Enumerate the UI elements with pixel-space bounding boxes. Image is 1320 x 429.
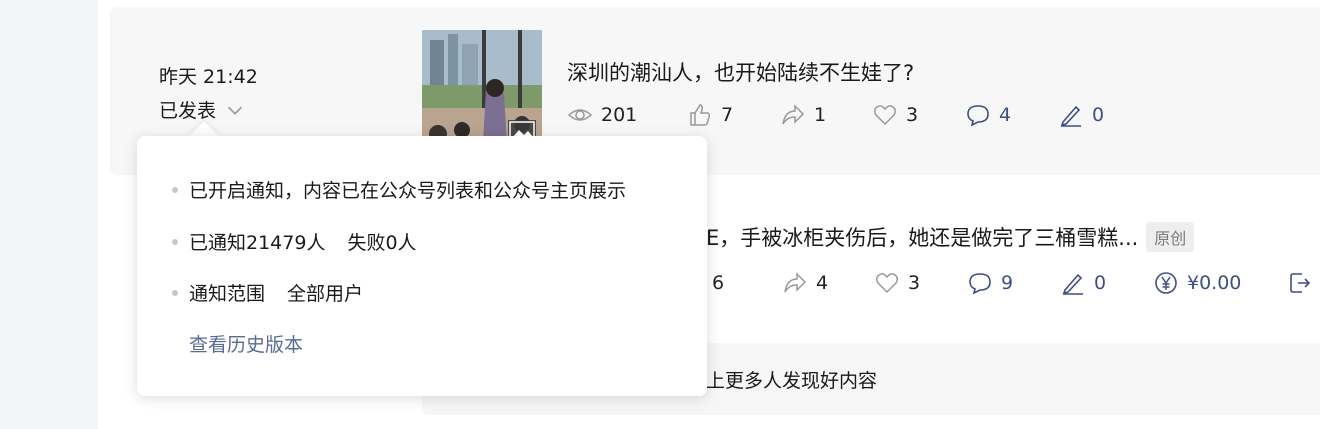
shares-stat-2: 4 (782, 270, 874, 296)
comment-icon (969, 273, 991, 295)
favorites-stat-2: 3 (874, 270, 967, 296)
bullet-dot (172, 238, 178, 245)
thumbs-up-icon (690, 104, 711, 126)
comments-count: 4 (999, 104, 1012, 126)
likes-count-2: 6 (712, 272, 725, 294)
article-2-title[interactable]: E，手被冰柜夹伤后，她还是做完了三桶雪糕... (706, 222, 1138, 252)
publish-time: 昨天 21:42 (159, 66, 258, 88)
notify-text: 已开启通知，内容已在公众号列表和公众号主页展示 (189, 180, 627, 202)
bullet-dot (172, 289, 178, 296)
favorites-count-2: 3 (908, 272, 921, 294)
favorites-count: 3 (906, 104, 919, 126)
share-icon (782, 104, 805, 125)
pen-icon (1060, 105, 1081, 127)
reward-amount: ¥0.00 (1187, 272, 1242, 294)
popover-line-scope: 通知范围 全部用户 (172, 279, 363, 306)
article-2-title-row: E，手被冰柜夹伤后，她还是做完了三桶雪糕... 原创 (706, 222, 1195, 252)
views-stat: 201 (567, 102, 687, 128)
notes-count-2: 0 (1094, 272, 1107, 294)
publish-status-label: 已发表 (159, 100, 217, 122)
view-history-link[interactable]: 查看历史版本 (189, 330, 303, 357)
export-stat[interactable] (1286, 270, 1312, 296)
yen-icon (1155, 272, 1177, 294)
favorites-stat: 3 (872, 102, 965, 128)
shares-count: 1 (814, 104, 827, 126)
bullet-dot (172, 186, 178, 193)
shares-count-2: 4 (816, 272, 829, 294)
likes-stat: 7 (687, 102, 780, 128)
shares-stat: 1 (780, 102, 872, 128)
publish-status-dropdown[interactable]: 已发表 (159, 96, 246, 123)
promo-text[interactable]: 上更多人发现好内容 (706, 366, 877, 393)
comments-stat[interactable]: 4 (965, 102, 1058, 128)
article-2-stats: 6 4 3 9 0 ¥0.00 (692, 270, 1312, 296)
chevron-down-icon (228, 106, 243, 115)
comments-stat-2[interactable]: 9 (967, 270, 1060, 296)
eye-icon (567, 109, 593, 121)
heart-icon (875, 273, 899, 294)
scope-label: 通知范围 (189, 283, 266, 305)
popover-line-notify: 已开启通知，内容已在公众号列表和公众号主页展示 (172, 176, 626, 203)
notes-stat[interactable]: 0 (1058, 102, 1138, 128)
reward-stat[interactable]: ¥0.00 (1153, 270, 1286, 296)
comment-icon (967, 105, 989, 127)
pen-icon (1062, 273, 1083, 295)
popover-line-count: 已通知21479人 失败0人 (172, 228, 417, 255)
article-1-stats: 201 7 1 3 4 0 (567, 102, 1138, 128)
failed-count: 失败0人 (347, 232, 417, 254)
publish-status-popover (137, 136, 707, 396)
export-icon (1290, 273, 1311, 293)
scope-value: 全部用户 (287, 283, 364, 305)
notes-stat-2[interactable]: 0 (1060, 270, 1153, 296)
views-count: 201 (601, 104, 638, 126)
original-badge: 原创 (1146, 222, 1195, 252)
article-1-title[interactable]: 深圳的潮汕人，也开始陆续不生娃了? (567, 57, 914, 87)
share-icon (784, 272, 807, 293)
notes-count: 0 (1092, 104, 1105, 126)
heart-icon (873, 105, 897, 126)
notified-count: 已通知21479人 (189, 232, 326, 254)
comments-count-2: 9 (1001, 272, 1014, 294)
left-gutter (0, 0, 98, 429)
likes-count: 7 (721, 104, 734, 126)
